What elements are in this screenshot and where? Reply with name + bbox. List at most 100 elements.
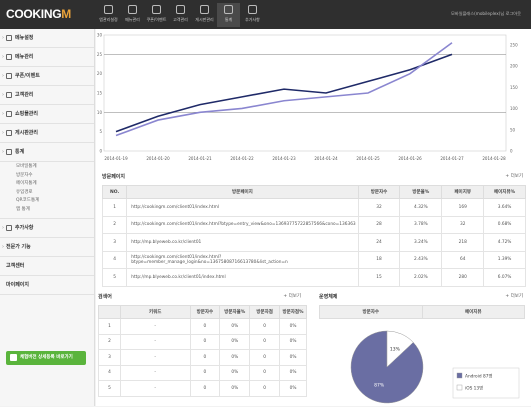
sidebar-lower-item-1[interactable]: › 전문가 기능 xyxy=(0,238,94,257)
sidebar-item-label: 고객관리 xyxy=(15,92,34,98)
table-row[interactable]: 4-0 0% 0 0% xyxy=(98,364,307,381)
table-row[interactable]: 2 http://cookingm.com/client01/index.html… xyxy=(101,215,526,234)
os-tab[interactable]: 방문자수 xyxy=(319,305,423,319)
plot-area xyxy=(103,34,507,152)
topnav-tag[interactable]: 쿠폰/이벤트 xyxy=(145,3,168,27)
grid-icon xyxy=(128,5,137,14)
y-tick-label: 30 xyxy=(97,33,103,38)
table-row[interactable]: 1 http://cookingm.com/client01/index.html… xyxy=(101,198,526,217)
topnav-chart[interactable]: 통계 xyxy=(217,3,240,27)
table-cell: 0 xyxy=(189,364,221,381)
sidebar-item-0[interactable]: › 메뉴설정 xyxy=(0,29,94,48)
os-tab[interactable]: 페이지뷰 xyxy=(421,305,525,319)
table-cell: 0 xyxy=(189,349,221,366)
chevron-right-icon: › xyxy=(2,54,4,60)
y2-tick-label: 150 xyxy=(510,85,518,90)
topnav-people[interactable]: 고객관리 xyxy=(169,3,192,27)
os-title: 운영체제 xyxy=(319,294,338,300)
keyword-more-link[interactable]: + 더보기 xyxy=(283,293,301,299)
trial-banner-button[interactable]: 체험버전 상세등록 바로가기 xyxy=(6,351,86,365)
table-row[interactable]: 4 http://cookingm.com/client01/index.html… xyxy=(101,250,526,269)
table-cell: 0.68% xyxy=(483,215,526,234)
column-header: NO. xyxy=(101,185,128,199)
table-cell: 3 xyxy=(98,349,121,366)
y2-tick-label: 250 xyxy=(510,43,518,48)
table-row[interactable]: 3-0 0% 0 0% xyxy=(98,349,307,366)
table-cell: 32 xyxy=(357,198,401,217)
sidebar-lower-item-0[interactable]: › 추가사항 xyxy=(0,219,94,238)
table-cell: 0 xyxy=(249,318,281,335)
sidebar-item-label: 고객센터 xyxy=(6,263,25,269)
table-cell: 4 xyxy=(98,364,121,381)
sidebar-item-4[interactable]: › 쇼핑몰관리 xyxy=(0,105,94,124)
x-tick-label: 2014-01-25 xyxy=(356,156,380,161)
table-cell: 3.24% xyxy=(399,233,443,252)
chevron-right-icon: › xyxy=(2,111,4,117)
y2-tick-label: 50 xyxy=(510,127,516,132)
table-cell: 169 xyxy=(441,198,485,217)
chevron-right-icon: › xyxy=(2,244,4,250)
sidebar-item-2[interactable]: › 쿠폰/이벤트 xyxy=(0,67,94,86)
os-tabs: 방문자수 페이지뷰 xyxy=(319,305,525,319)
table-cell: http://cookingm.com/client01/index.html xyxy=(126,198,359,217)
table-cell: 1 xyxy=(98,318,121,335)
table-row[interactable]: 3 http://mp.blyeweb.co.kr/client01 24 3.24%… xyxy=(101,233,526,252)
topnav-label: 통계 xyxy=(224,17,233,22)
table-cell: - xyxy=(119,380,191,397)
table-row[interactable]: 2-0 0% 0 0% xyxy=(98,333,307,350)
stats-subitem[interactable]: 페이지통계 xyxy=(16,180,94,189)
y-tick-label: 5 xyxy=(99,129,102,134)
table-cell: 0% xyxy=(279,364,307,381)
table-cell: http://cookingm.com/client01/index.html?… xyxy=(126,215,359,234)
table-cell: 280 xyxy=(441,268,485,287)
sidebar-lower-item-2[interactable]: 고객센터 xyxy=(0,257,94,276)
sidebar-item-6[interactable]: › 통계 xyxy=(0,143,94,162)
legend-label: Android 87명 xyxy=(465,373,492,380)
chevron-right-icon: › xyxy=(2,149,4,155)
chevron-right-icon: › xyxy=(2,92,4,98)
user-info[interactable]: 모바일플래스(mobileplex)님 로그아웃 xyxy=(451,11,521,17)
stats-subitem[interactable]: 방문자수 xyxy=(16,172,94,181)
table-cell: 1 xyxy=(101,198,128,217)
table-cell: 0% xyxy=(279,380,307,397)
sidebar-item-1[interactable]: › 메뉴관리 xyxy=(0,48,94,67)
sidebar-item-3[interactable]: › 고객관리 xyxy=(0,86,94,105)
x-tick-label: 2014-01-22 xyxy=(230,156,254,161)
sidebar-lower-item-3[interactable]: 마이페이지 xyxy=(0,276,94,295)
table-row[interactable]: 5-0 0% 0 0% xyxy=(98,380,307,397)
table-row[interactable]: 5 http://mp.blyeweb.co.kr/client01/index.… xyxy=(101,268,526,287)
app-logo[interactable]: COOKINGM xyxy=(6,7,71,21)
stats-subitem[interactable]: 유입경로 xyxy=(16,189,94,198)
table-row[interactable]: 1-0 0% 0 0% xyxy=(98,318,307,335)
banner-icon xyxy=(10,354,17,361)
table-cell: 32 xyxy=(441,215,485,234)
column-header: 방문자점 xyxy=(249,305,281,319)
table-cell: 0 xyxy=(189,318,221,335)
table-cell: 0% xyxy=(219,380,251,397)
visit-pages-more-link[interactable]: + 더보기 xyxy=(505,173,523,179)
sidebar-item-5[interactable]: › 게시판관리 xyxy=(0,124,94,143)
column-header: 페이지뷰% xyxy=(483,185,526,199)
user-icon xyxy=(6,91,12,98)
table-cell: 4 xyxy=(101,250,128,269)
topnav-board[interactable]: 게시판관리 xyxy=(193,3,216,27)
topnav-gear[interactable]: 앱관리설정 xyxy=(97,3,120,27)
people-icon xyxy=(176,5,185,14)
topnav-grid[interactable]: 메뉴관리 xyxy=(121,3,144,27)
table-cell: 0 xyxy=(189,380,221,397)
os-more-link[interactable]: + 더보기 xyxy=(505,293,523,299)
y2-tick-label: 200 xyxy=(510,64,518,69)
column-header: 방문자수 xyxy=(189,305,221,319)
table-cell: http://mp.blyeweb.co.kr/client01/index.h… xyxy=(126,268,359,287)
stats-subitem[interactable]: 앱 통계 xyxy=(16,206,94,215)
table-cell: - xyxy=(119,333,191,350)
board-icon xyxy=(6,129,12,136)
pie-legend xyxy=(452,367,520,399)
topnav-plus[interactable]: 추가사항 xyxy=(241,3,264,27)
visit-pages-title: 방문페이지 xyxy=(102,174,126,180)
table-cell: 218 xyxy=(441,233,485,252)
sidebar-item-label: 메뉴관리 xyxy=(15,54,34,60)
stats-subitem[interactable]: 모바일통계 xyxy=(16,163,94,172)
stats-subitem[interactable]: QR코드통계 xyxy=(16,197,94,206)
table-cell: 64 xyxy=(441,250,485,269)
